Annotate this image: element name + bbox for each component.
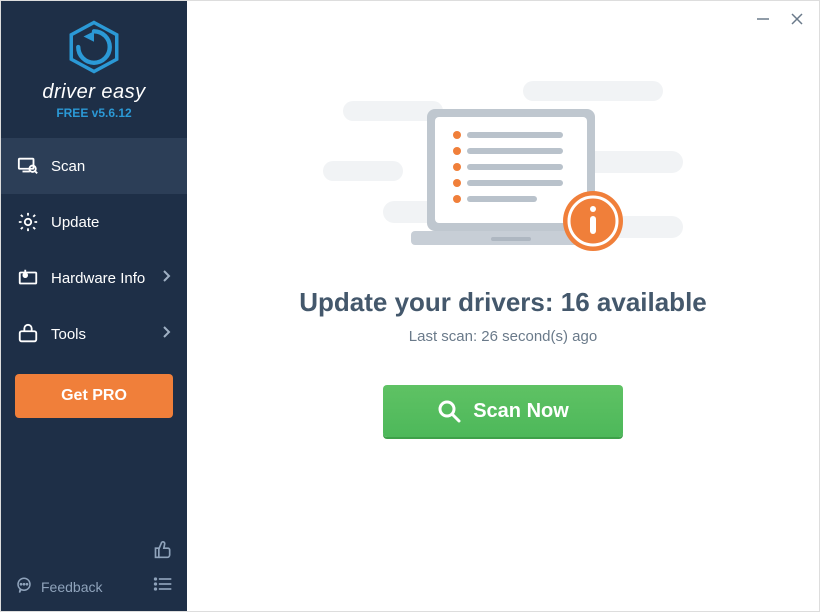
- speech-bubble-icon: [15, 576, 33, 597]
- available-count: 16: [561, 287, 590, 317]
- chevron-right-icon: [161, 269, 171, 287]
- sidebar-bottom-icons: [153, 539, 173, 597]
- sidebar-item-label: Tools: [51, 326, 86, 343]
- toolbox-icon: [17, 323, 39, 345]
- window-controls: [755, 11, 805, 27]
- headline-prefix: Update your drivers:: [299, 287, 561, 317]
- hero-illustration: [187, 81, 819, 261]
- monitor-search-icon: [17, 155, 39, 177]
- scan-now-button[interactable]: Scan Now: [383, 385, 623, 437]
- last-scan-text: Last scan: 26 second(s) ago: [409, 328, 597, 345]
- app-logo-icon: [66, 19, 122, 75]
- sidebar-item-label: Scan: [51, 158, 85, 175]
- headline-suffix: available: [590, 287, 707, 317]
- sidebar-item-label: Hardware Info: [51, 270, 145, 287]
- minimize-button[interactable]: [755, 11, 771, 27]
- sidebar-item-hardware-info[interactable]: Hardware Info: [1, 250, 187, 306]
- hardware-info-icon: [17, 267, 39, 289]
- close-button[interactable]: [789, 11, 805, 27]
- scan-button-label: Scan Now: [473, 400, 569, 423]
- headline: Update your drivers: 16 available: [299, 287, 707, 318]
- brand-name: driver easy: [1, 81, 187, 104]
- sidebar: driver easy FREE v5.6.12 Scan: [1, 1, 187, 611]
- list-menu-icon[interactable]: [153, 576, 173, 597]
- main-content: Update your drivers: 16 available Last s…: [187, 1, 819, 611]
- sidebar-nav: Scan Update: [1, 138, 187, 362]
- sidebar-bottom: Feedback: [1, 529, 187, 611]
- get-pro-button[interactable]: Get PRO: [15, 374, 173, 418]
- magnifier-icon: [437, 399, 461, 423]
- feedback-button[interactable]: Feedback: [15, 576, 102, 597]
- sidebar-item-tools[interactable]: Tools: [1, 306, 187, 362]
- app-window: driver easy FREE v5.6.12 Scan: [0, 0, 820, 612]
- sidebar-item-label: Update: [51, 214, 99, 231]
- thumbs-up-icon[interactable]: [153, 539, 173, 564]
- chevron-right-icon: [161, 325, 171, 343]
- sidebar-item-scan[interactable]: Scan: [1, 138, 187, 194]
- brand-version: FREE v5.6.12: [1, 106, 187, 120]
- logo-area: driver easy FREE v5.6.12: [1, 1, 187, 132]
- feedback-label: Feedback: [41, 579, 102, 595]
- sidebar-item-update[interactable]: Update: [1, 194, 187, 250]
- gear-icon: [17, 211, 39, 233]
